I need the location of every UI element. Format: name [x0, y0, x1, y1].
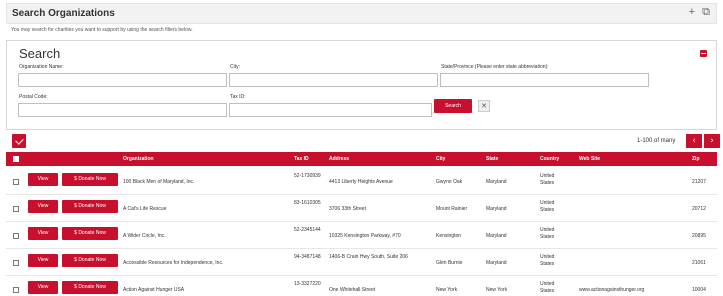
postal-code-input[interactable] — [18, 103, 227, 117]
select-all-checkbox[interactable] — [13, 156, 19, 162]
cell-tax-id: 52-1730939 — [294, 173, 321, 179]
row-checkbox[interactable] — [13, 260, 19, 266]
cell-organization: A Wider Circle, Inc. — [123, 233, 166, 239]
table-row: View $ Donate Now A Wider Circle, Inc. 5… — [6, 223, 717, 249]
donate-now-button[interactable]: $ Donate Now — [62, 200, 118, 213]
cell-state: New York — [486, 287, 508, 293]
col-tax-id[interactable]: Tax ID — [294, 156, 309, 162]
org-name-input[interactable] — [18, 73, 227, 87]
cell-tax-id: 13-3327220 — [294, 281, 321, 287]
cell-country: United States — [540, 173, 555, 186]
tax-id-input[interactable] — [229, 103, 432, 117]
cell-city: Mount Rainier — [436, 206, 468, 212]
col-country[interactable]: Country — [540, 156, 559, 162]
col-city[interactable]: City — [436, 156, 445, 162]
cell-state: Maryland — [486, 206, 507, 212]
cell-country: United States — [540, 281, 555, 294]
table-row: View $ Donate Now Action Against Hunger … — [6, 277, 717, 296]
cell-website[interactable]: www.actionagainsthunger.org — [579, 287, 644, 293]
row-checkbox[interactable] — [13, 287, 19, 293]
cell-organization: Accessible Resources for Independence, I… — [123, 260, 224, 266]
cell-address: 1406-B Crain Hwy South, Suite 206 — [329, 254, 408, 260]
page-title: Search Organizations — [12, 8, 115, 19]
cell-address: One Whitehall Street — [329, 287, 376, 293]
cell-zip: 10004 — [692, 287, 706, 293]
cell-state: Maryland — [486, 179, 507, 185]
cell-zip: 21207 — [692, 179, 706, 185]
city-label: City: — [230, 64, 240, 70]
state-label: State/Province (Please enter state abbre… — [441, 64, 549, 70]
cell-state: Maryland — [486, 233, 507, 239]
view-button[interactable]: View — [28, 173, 58, 186]
cell-city: Gwynn Oak — [436, 179, 463, 185]
table-row: View $ Donate Now A Cat's Life Rescue 83… — [6, 196, 717, 222]
postal-code-label: Postal Code: — [19, 94, 48, 100]
cell-city: Kensington — [436, 233, 462, 239]
col-state[interactable]: State — [486, 156, 498, 162]
cell-organization: A Cat's Life Rescue — [123, 206, 167, 212]
table-row: View $ Donate Now 100 Black Men of Maryl… — [6, 169, 717, 195]
donate-now-button[interactable]: $ Donate Now — [62, 254, 118, 267]
popout-icon[interactable]: ⧉ — [702, 6, 710, 18]
cell-address: 10325 Kensington Parkway, #70 — [329, 233, 401, 239]
col-zip[interactable]: Zip — [692, 156, 700, 162]
plus-icon[interactable]: + — [689, 6, 695, 18]
row-checkbox[interactable] — [13, 206, 19, 212]
collapse-icon[interactable] — [700, 50, 707, 57]
cell-country: United States — [540, 227, 555, 240]
cell-city: New York — [436, 287, 458, 293]
cell-tax-id: 94-3487148 — [294, 254, 321, 260]
cell-address: 3706 33th Street — [329, 206, 366, 212]
col-organization[interactable]: Organization — [123, 156, 154, 162]
clear-button[interactable]: ✕ — [478, 100, 490, 112]
cell-zip: 20712 — [692, 206, 706, 212]
row-checkbox[interactable] — [13, 179, 19, 185]
col-address[interactable]: Address — [329, 156, 349, 162]
org-name-label: Organization Name: — [19, 64, 64, 70]
view-button[interactable]: View — [28, 200, 58, 213]
cell-country: United States — [540, 200, 555, 213]
cell-organization: 100 Black Men of Maryland, Inc. — [123, 179, 195, 185]
donate-now-button[interactable]: $ Donate Now — [62, 227, 118, 240]
cell-zip: 21061 — [692, 260, 706, 266]
view-button[interactable]: View — [28, 227, 58, 240]
search-button[interactable]: Search — [434, 99, 472, 113]
cell-tax-id: 52-2345144 — [294, 227, 321, 233]
cell-organization: Action Against Hunger USA — [123, 287, 185, 293]
view-button[interactable]: View — [28, 254, 58, 267]
panel-header: Search Organizations + ⧉ — [6, 3, 717, 24]
cell-country: United States — [540, 254, 555, 267]
tax-id-label: Tax ID: — [230, 94, 246, 100]
intro-text: You may search for charities you want to… — [11, 27, 193, 33]
cell-zip: 20895 — [692, 233, 706, 239]
col-website[interactable]: Web Site — [579, 156, 600, 162]
pager-info: 1-100 of many — [637, 138, 676, 144]
view-button[interactable]: View — [28, 281, 58, 294]
select-all-button[interactable] — [12, 134, 26, 148]
row-checkbox[interactable] — [13, 233, 19, 239]
city-input[interactable] — [229, 73, 438, 87]
state-input[interactable] — [440, 73, 649, 87]
cell-state: Maryland — [486, 260, 507, 266]
search-heading: Search — [19, 46, 61, 61]
table-header: Organization Tax ID Address City State C… — [6, 152, 717, 166]
next-page-button[interactable]: › — [704, 134, 720, 148]
prev-page-button[interactable]: ‹ — [686, 134, 702, 148]
header-icons: + ⧉ — [685, 6, 710, 19]
cell-tax-id: 83-1610305 — [294, 200, 321, 206]
cell-city: Glen Burnie — [436, 260, 463, 266]
cell-address: 4413 Liberty Heights Avenue — [329, 179, 393, 185]
table-row: View $ Donate Now Accessible Resources f… — [6, 250, 717, 276]
donate-now-button[interactable]: $ Donate Now — [62, 173, 118, 186]
donate-now-button[interactable]: $ Donate Now — [62, 281, 118, 294]
